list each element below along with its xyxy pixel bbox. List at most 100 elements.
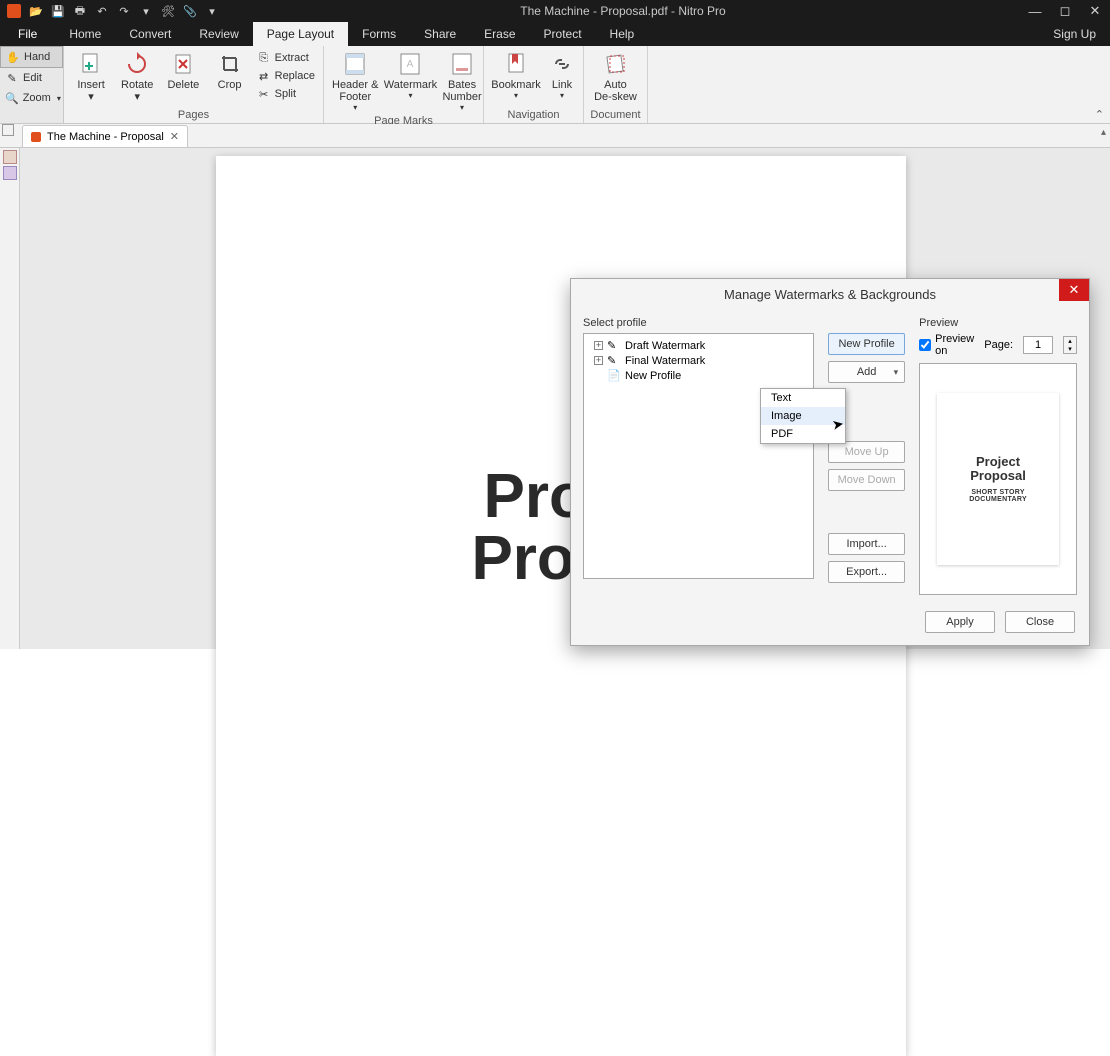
add-menu-pdf[interactable]: PDF [761,425,845,443]
dialog-title: Manage Watermarks & Backgrounds [724,287,936,302]
bookmark-icon [502,50,530,78]
deskew-icon [602,50,630,78]
zoom-tool[interactable]: 🔍Zoom▾ [0,88,63,108]
bates-number-button[interactable]: Bates Number▾ [440,48,483,114]
insert-button[interactable]: Insert▾ [70,48,112,105]
group-navigation-label: Navigation [490,108,577,123]
tab-page-layout[interactable]: Page Layout [253,22,348,46]
watermark-button[interactable]: AWatermark▾ [384,48,436,102]
page-label: Page: [984,339,1013,351]
edit-tool[interactable]: ✎Edit [0,68,63,88]
add-dropdown-button[interactable]: Add [828,361,905,383]
save-icon[interactable]: 💾 [50,3,66,19]
header-footer-icon [341,50,369,78]
move-down-button[interactable]: Move Down [828,469,905,491]
tab-protect[interactable]: Protect [530,22,596,46]
tree-item-draft[interactable]: +✎Draft Watermark [588,338,809,353]
link-icon [548,50,576,78]
hand-tool[interactable]: ✋Hand [0,46,63,68]
profile-icon: ✎ [607,339,621,352]
undo-icon[interactable]: ↶ [94,3,110,19]
qat-dropdown-icon[interactable]: ▾ [138,3,154,19]
new-profile-icon: 📄 [607,369,621,382]
deskew-button[interactable]: Auto De-skew [590,48,641,105]
preview-area: ProjectProposal SHORT STORYDOCUMENTARY [919,363,1077,595]
panel-icon-1[interactable] [3,150,17,164]
crop-icon [216,50,244,78]
split-icon: ✂ [257,87,271,101]
new-profile-button[interactable]: New Profile [828,333,905,355]
dialog-close-button[interactable]: ✕ [1059,279,1089,301]
add-menu-popup: Text Image PDF [760,388,846,444]
maximize-button[interactable]: ◻ [1050,0,1080,22]
import-button[interactable]: Import... [828,533,905,555]
ribbon-collapse-icon[interactable]: ⌃ [1095,108,1104,121]
open-icon[interactable]: 📂 [28,3,44,19]
bates-icon [448,50,476,78]
insert-page-icon [77,50,105,78]
delete-page-icon [169,50,197,78]
tab-convert[interactable]: Convert [115,22,185,46]
delete-button[interactable]: Delete [162,48,204,93]
nav-panel-strip [0,148,20,649]
print-icon[interactable]: 🖶 [72,3,88,19]
svg-text:A: A [407,59,414,70]
tab-review[interactable]: Review [185,22,252,46]
document-tab-label: The Machine - Proposal [47,131,164,143]
extract-icon: ⎘ [257,51,271,65]
replace-icon: ⇄ [257,69,271,83]
close-tab-icon[interactable]: ✕ [170,130,179,143]
manage-watermarks-dialog: Manage Watermarks & Backgrounds ✕ Select… [570,278,1090,646]
export-button[interactable]: Export... [828,561,905,583]
preview-on-checkbox[interactable]: Preview on [919,333,974,357]
tab-home[interactable]: Home [55,22,115,46]
replace-button[interactable]: ⇄Replace [255,68,317,84]
tools-icon[interactable]: 🛠 [160,3,176,19]
signup-link[interactable]: Sign Up [1039,22,1110,46]
add-menu-image[interactable]: Image [761,407,845,425]
tree-item-new[interactable]: 📄New Profile [588,368,809,383]
close-button[interactable]: Close [1005,611,1075,633]
select-profile-label: Select profile [583,317,814,329]
profile-icon: ✎ [607,354,621,367]
qat-more-icon[interactable]: ▾ [204,3,220,19]
crop-button[interactable]: Crop [208,48,250,93]
header-footer-button[interactable]: Header & Footer▾ [330,48,380,114]
link-button[interactable]: Link▾ [546,48,578,102]
expand-icon[interactable]: + [594,341,603,350]
add-menu-text[interactable]: Text [761,389,845,407]
preview-page-input[interactable] [1023,336,1053,354]
zoom-icon: 🔍 [5,91,19,105]
apply-button[interactable]: Apply [925,611,995,633]
group-pages-label: Pages [70,108,317,123]
panel-icon-2[interactable] [3,166,17,180]
extract-button[interactable]: ⎘Extract [255,50,317,66]
window-title: The Machine - Proposal.pdf - Nitro Pro [226,4,1020,18]
edit-icon: ✎ [5,71,19,85]
split-button[interactable]: ✂Split [255,86,317,102]
attach-icon[interactable]: 📎 [182,3,198,19]
minimize-button[interactable]: — [1020,0,1050,22]
group-document-label: Document [590,108,641,123]
expand-icon[interactable]: + [594,356,603,365]
tree-item-final[interactable]: +✎Final Watermark [588,353,809,368]
tab-forms[interactable]: Forms [348,22,410,46]
preview-label: Preview [919,317,1077,329]
bookmark-button[interactable]: Bookmark▾ [490,48,542,102]
tab-help[interactable]: Help [596,22,649,46]
side-panel-toggles[interactable] [2,124,14,136]
page-spinner[interactable]: ▴▾ [1063,336,1077,354]
move-up-button[interactable]: Move Up [828,441,905,463]
redo-icon[interactable]: ↷ [116,3,132,19]
hand-icon: ✋ [6,50,20,64]
close-window-button[interactable]: ✕ [1080,0,1110,22]
profile-tree[interactable]: +✎Draft Watermark +✎Final Watermark 📄New… [583,333,814,579]
rotate-button[interactable]: Rotate▾ [116,48,158,105]
tab-share[interactable]: Share [410,22,470,46]
file-menu[interactable]: File [0,22,55,46]
rotate-icon [123,50,151,78]
doc-icon [31,132,41,142]
tab-erase[interactable]: Erase [470,22,529,46]
document-tab[interactable]: The Machine - Proposal ✕ [22,125,188,147]
scroll-up-icon[interactable]: ▴ [1101,127,1106,138]
